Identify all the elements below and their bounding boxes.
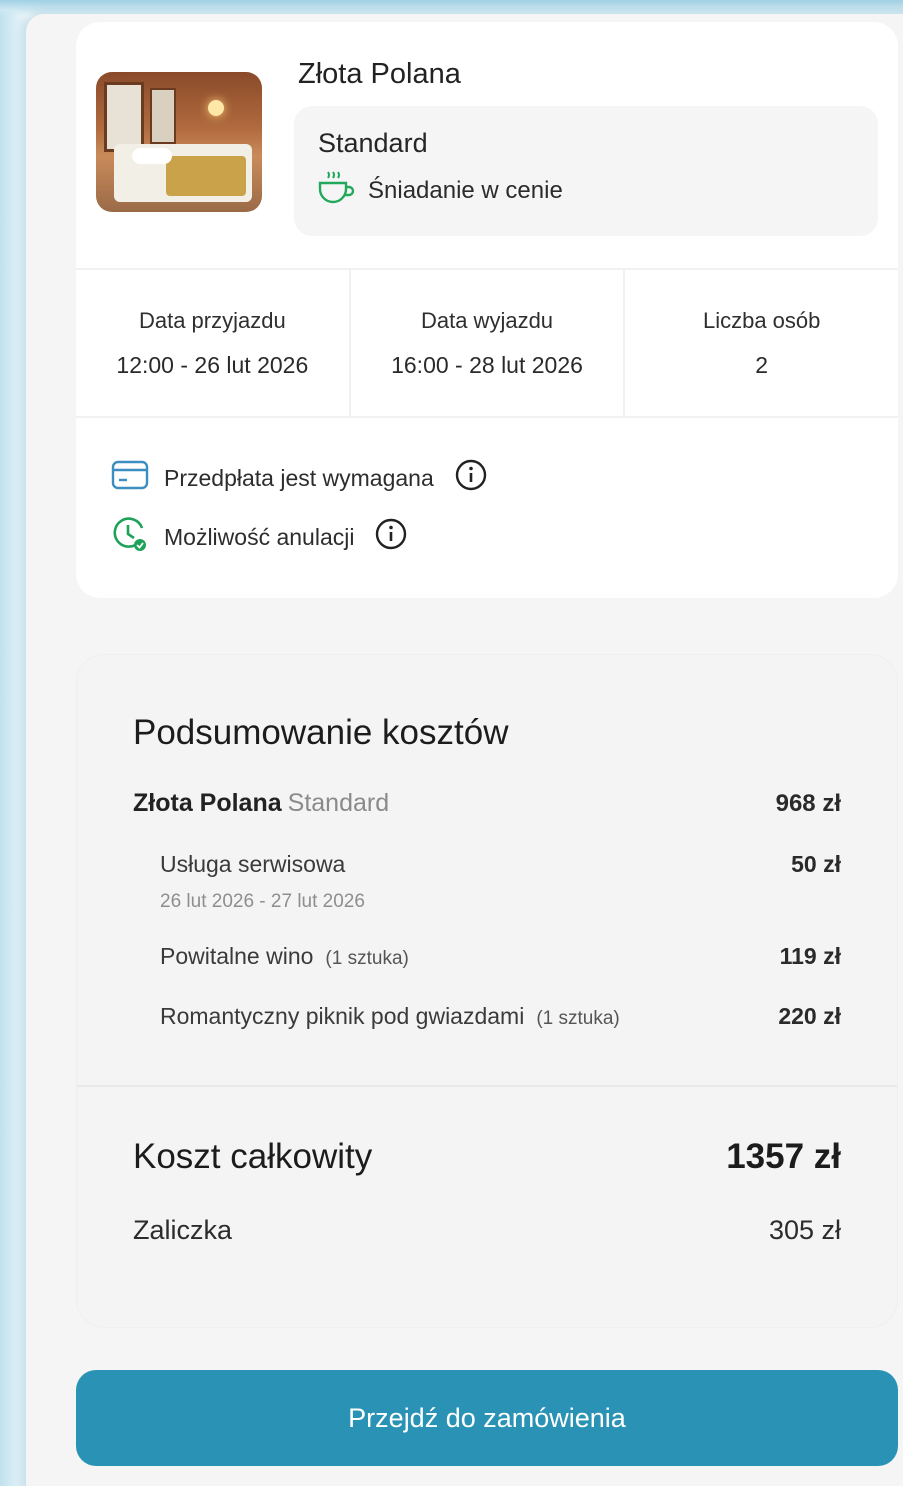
info-icon[interactable] [374, 517, 408, 557]
main-item-amount: 968 zł [775, 790, 841, 817]
extra-qty: (1 sztuka) [325, 948, 409, 969]
extra-line-service: Usługa serwisowa 50 zł [133, 851, 841, 878]
extra-name-with-qty: Powitalne wino (1 sztuka) [133, 943, 409, 970]
main-cost-line: Złota Polana Standard 968 zł [133, 789, 841, 818]
extra-name: Usługa serwisowa [160, 851, 346, 877]
photo-bedspread [166, 156, 246, 196]
total-label: Koszt całkowity [133, 1137, 373, 1176]
coffee-cup-icon [316, 170, 356, 211]
extra-dates: 26 lut 2026 - 27 lut 2026 [160, 891, 365, 912]
total-amount: 1357 zł [726, 1137, 841, 1176]
photo-window [104, 82, 144, 152]
extra-amount: 50 zł [791, 851, 841, 877]
cancellation-policy: Możliwość anulacji [110, 514, 408, 560]
extra-line-picnic: Romantyczny piknik pod gwiazdami (1 sztuk… [133, 1003, 841, 1030]
deposit-line: Zaliczka 305 zł [133, 1215, 841, 1246]
main-item-room: Standard [287, 789, 390, 817]
photo-pillow [132, 148, 172, 164]
guests-label: Liczba osób [702, 308, 821, 333]
extra-name-with-qty: Romantyczny piknik pod gwiazdami (1 sztuk… [133, 1003, 620, 1030]
guests-cell: Liczba osób 2 [623, 270, 898, 416]
hotel-room-photo [96, 72, 262, 212]
checkin-label: Data przyjazdu [138, 308, 286, 333]
proceed-to-order-button[interactable]: Przejdź do zamówienia [76, 1370, 898, 1466]
meal-plan-label: Śniadanie w cenie [368, 176, 563, 204]
photo-window-2 [150, 88, 176, 144]
info-icon[interactable] [454, 458, 488, 498]
summary-title: Podsumowanie kosztów [133, 713, 509, 752]
deposit-amount: 305 zł [768, 1215, 841, 1245]
cancellation-text: Możliwość anulacji [164, 523, 355, 550]
extra-amount: 119 zł [779, 943, 841, 969]
prepayment-text: Przedpłata jest wymagana [164, 464, 434, 491]
extra-qty: (1 sztuka) [536, 1008, 620, 1029]
room-info-box: Standard Śniadanie w cenie [294, 106, 878, 236]
extra-name: Powitalne wino [160, 943, 314, 969]
room-type: Standard [318, 128, 428, 158]
deposit-label: Zaliczka [133, 1215, 233, 1245]
credit-card-icon [110, 458, 150, 498]
prepayment-policy: Przedpłata jest wymagana [110, 458, 488, 498]
summary-divider [77, 1085, 897, 1087]
checkout-label: Data wyjazdu [420, 308, 554, 333]
checkout-cell: Data wyjazdu 16:00 - 28 lut 2026 [348, 270, 624, 416]
clock-check-icon [110, 514, 150, 560]
photo-lamp [208, 100, 224, 116]
extra-amount: 220 zł [778, 1003, 841, 1029]
guests-value: 2 [755, 352, 769, 378]
total-line: Koszt całkowity 1357 zł [133, 1137, 841, 1177]
hotel-name: Złota Polana [298, 58, 461, 90]
main-item-label: Złota Polana Standard [133, 789, 389, 818]
checkout-value: 16:00 - 28 lut 2026 [391, 352, 583, 378]
main-item-hotel: Złota Polana [133, 789, 282, 817]
stay-details-row: Data przyjazdu 12:00 - 26 lut 2026 Data … [76, 268, 898, 418]
checkin-cell: Data przyjazdu 12:00 - 26 lut 2026 [76, 270, 349, 416]
extra-name: Romantyczny piknik pod gwiazdami [160, 1003, 525, 1029]
meal-plan: Śniadanie w cenie [316, 170, 563, 211]
checkin-value: 12:00 - 26 lut 2026 [116, 352, 309, 378]
extra-line-wine: Powitalne wino (1 sztuka) 119 zł [133, 943, 841, 970]
cost-summary: Podsumowanie kosztów Złota Polana Standar… [76, 654, 898, 1328]
booking-card: Złota Polana Standard Śniadanie w cenie … [76, 22, 898, 598]
